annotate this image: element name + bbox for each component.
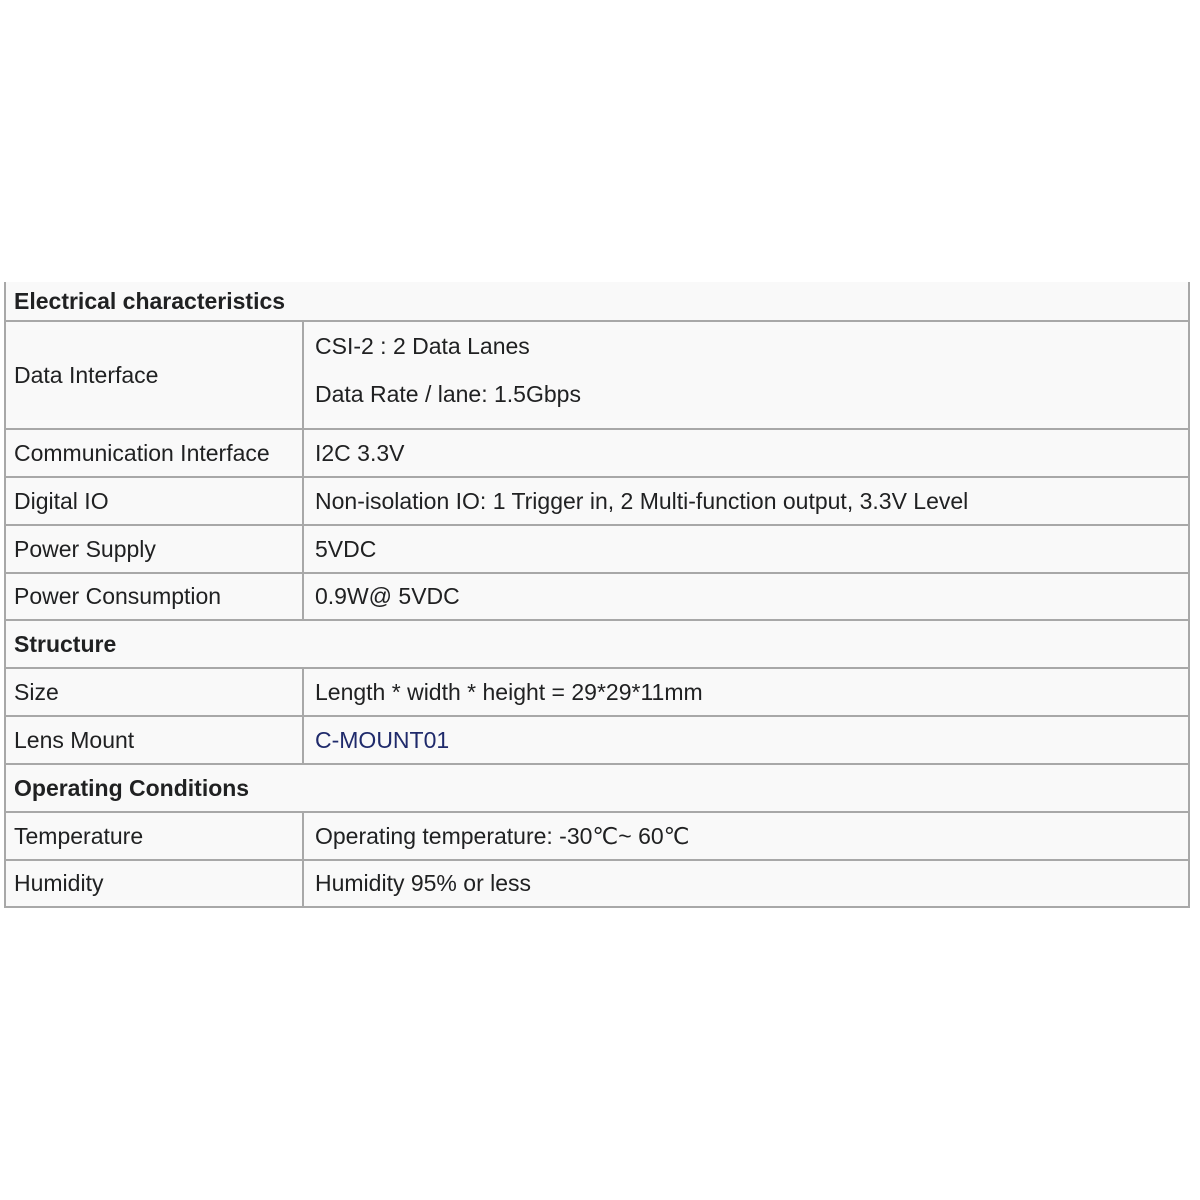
table-row-size: Size Length * width * height = 29*29*11m…	[6, 669, 1188, 717]
section-title: Electrical characteristics	[14, 287, 286, 314]
value-line: Data Rate / lane: 1.5Gbps	[315, 381, 581, 407]
row-value: Humidity 95% or less	[315, 870, 532, 896]
section-heading-electrical: Electrical characteristics	[6, 282, 1188, 322]
row-label: Humidity	[6, 861, 304, 906]
lens-mount-link[interactable]: C-MOUNT01	[315, 727, 449, 754]
row-value: CSI-2 : 2 Data Lanes Data Rate / lane: 1…	[304, 322, 1188, 428]
row-value: 5VDC	[315, 535, 377, 562]
row-label: Digital IO	[6, 478, 304, 524]
table-row-data-interface: Data Interface CSI-2 : 2 Data Lanes Data…	[6, 322, 1188, 430]
row-label: Power Supply	[6, 526, 304, 572]
table-row-humidity: Humidity Humidity 95% or less	[6, 861, 1188, 908]
spec-table: Electrical characteristics Data Interfac…	[4, 282, 1190, 908]
table-row-lens-mount: Lens Mount C-MOUNT01	[6, 717, 1188, 765]
table-row-power-consumption: Power Consumption 0.9W@ 5VDC	[6, 574, 1188, 621]
row-value: 0.9W@ 5VDC	[315, 583, 460, 609]
row-label: Power Consumption	[6, 574, 304, 619]
section-heading-operating-conditions: Operating Conditions	[6, 765, 1188, 813]
row-value: C-MOUNT01	[304, 717, 1188, 763]
row-label: Data Interface	[6, 322, 304, 428]
row-label: Temperature	[6, 813, 304, 859]
section-title: Operating Conditions	[14, 774, 250, 801]
row-value: Operating temperature: -30℃~ 60℃	[315, 822, 690, 849]
table-row-communication-interface: Communication Interface I2C 3.3V	[6, 430, 1188, 478]
row-value: Length * width * height = 29*29*11mm	[315, 678, 703, 705]
row-label: Lens Mount	[6, 717, 304, 763]
row-value: Non-isolation IO: 1 Trigger in, 2 Multi-…	[315, 487, 969, 514]
value-line: CSI-2 : 2 Data Lanes	[315, 333, 530, 359]
table-row-temperature: Temperature Operating temperature: -30℃~…	[6, 813, 1188, 861]
row-label: Size	[6, 669, 304, 715]
section-title: Structure	[14, 630, 117, 657]
row-label: Communication Interface	[6, 430, 304, 476]
table-row-power-supply: Power Supply 5VDC	[6, 526, 1188, 574]
table-row-digital-io: Digital IO Non-isolation IO: 1 Trigger i…	[6, 478, 1188, 526]
row-value: I2C 3.3V	[315, 439, 405, 466]
section-heading-structure: Structure	[6, 621, 1188, 669]
